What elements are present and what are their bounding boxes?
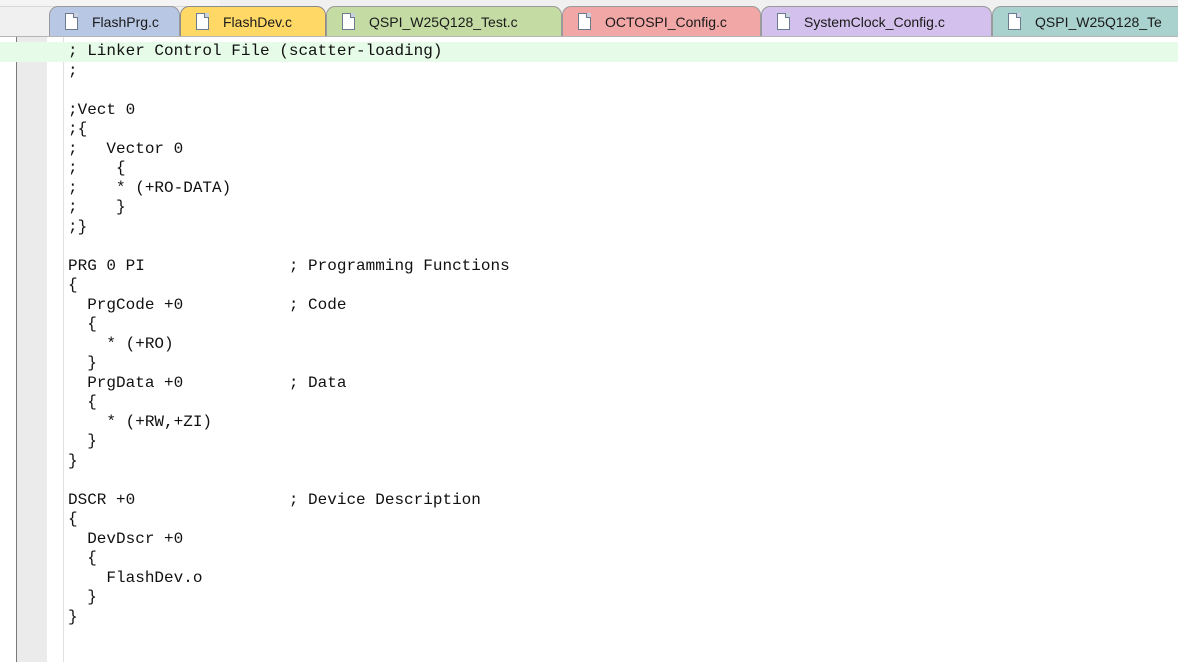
code-text-area[interactable]: ; Linker Control File (scatter-loading);… — [0, 42, 1178, 647]
code-line: } — [68, 354, 97, 372]
file-icon — [777, 13, 790, 30]
code-line: ;Vect 0 — [68, 100, 136, 119]
code-line: } — [68, 588, 97, 606]
code-line: PrgData +0 ; Data — [68, 373, 347, 392]
tab-label: QSPI_W25Q128_Test.c — [369, 13, 518, 30]
code-line: { — [68, 393, 97, 411]
code-line: ;{ — [68, 120, 88, 138]
tab-label: SystemClock_Config.c — [804, 13, 945, 30]
file-icon — [578, 13, 591, 30]
tab-systemclock-config[interactable]: SystemClock_Config.c — [761, 6, 992, 36]
code-line: PRG 0 PI ; Programming Functions — [68, 256, 510, 275]
code-line: ; { — [68, 159, 126, 177]
code-line: ; — [68, 61, 78, 80]
code-line: } — [68, 607, 78, 626]
code-editor[interactable]: ; Linker Control File (scatter-loading);… — [0, 36, 1178, 662]
code-line: * (+RW,+ZI) — [68, 412, 213, 431]
code-line: * (+RO) — [68, 334, 174, 353]
tab-flashdev[interactable]: FlashDev.c — [180, 6, 326, 36]
tab-label: OCTOSPI_Config.c — [605, 13, 727, 30]
code-line: DevDscr +0 — [68, 529, 184, 548]
tab-octospi-config[interactable]: OCTOSPI_Config.c — [562, 6, 761, 36]
code-line: { — [68, 549, 97, 567]
editor-tab-bar: FlashPrg.c FlashDev.c QSPI_W25Q128_Test.… — [0, 0, 1178, 37]
tab-qspi-w25q128-test-2[interactable]: QSPI_W25Q128_Te — [992, 6, 1178, 36]
code-line: { — [68, 510, 78, 528]
file-icon — [65, 13, 78, 30]
code-line: FlashDev.o — [68, 568, 203, 587]
tab-label: FlashPrg.c — [92, 13, 159, 30]
code-line: ; Vector 0 — [68, 139, 184, 158]
code-line-current: ; Linker Control File (scatter-loading) — [0, 42, 1178, 62]
code-line: } — [68, 432, 97, 450]
tab-flashprg[interactable]: FlashPrg.c — [49, 6, 180, 36]
tab-label: FlashDev.c — [223, 13, 292, 30]
code-line: ; } — [68, 198, 126, 216]
file-icon — [1008, 13, 1021, 30]
code-line: PrgCode +0 ; Code — [68, 295, 347, 314]
code-line: DSCR +0 ; Device Description — [68, 490, 481, 509]
code-line: { — [68, 276, 78, 294]
file-icon — [342, 13, 355, 30]
tab-qspi-w25q128-test[interactable]: QSPI_W25Q128_Test.c — [326, 6, 562, 36]
file-icon — [196, 13, 209, 30]
tab-label: QSPI_W25Q128_Te — [1035, 13, 1162, 30]
code-line: ; * (+RO-DATA) — [68, 178, 232, 197]
code-line: { — [68, 315, 97, 333]
code-line: ;} — [68, 217, 88, 236]
code-line: } — [68, 451, 78, 470]
